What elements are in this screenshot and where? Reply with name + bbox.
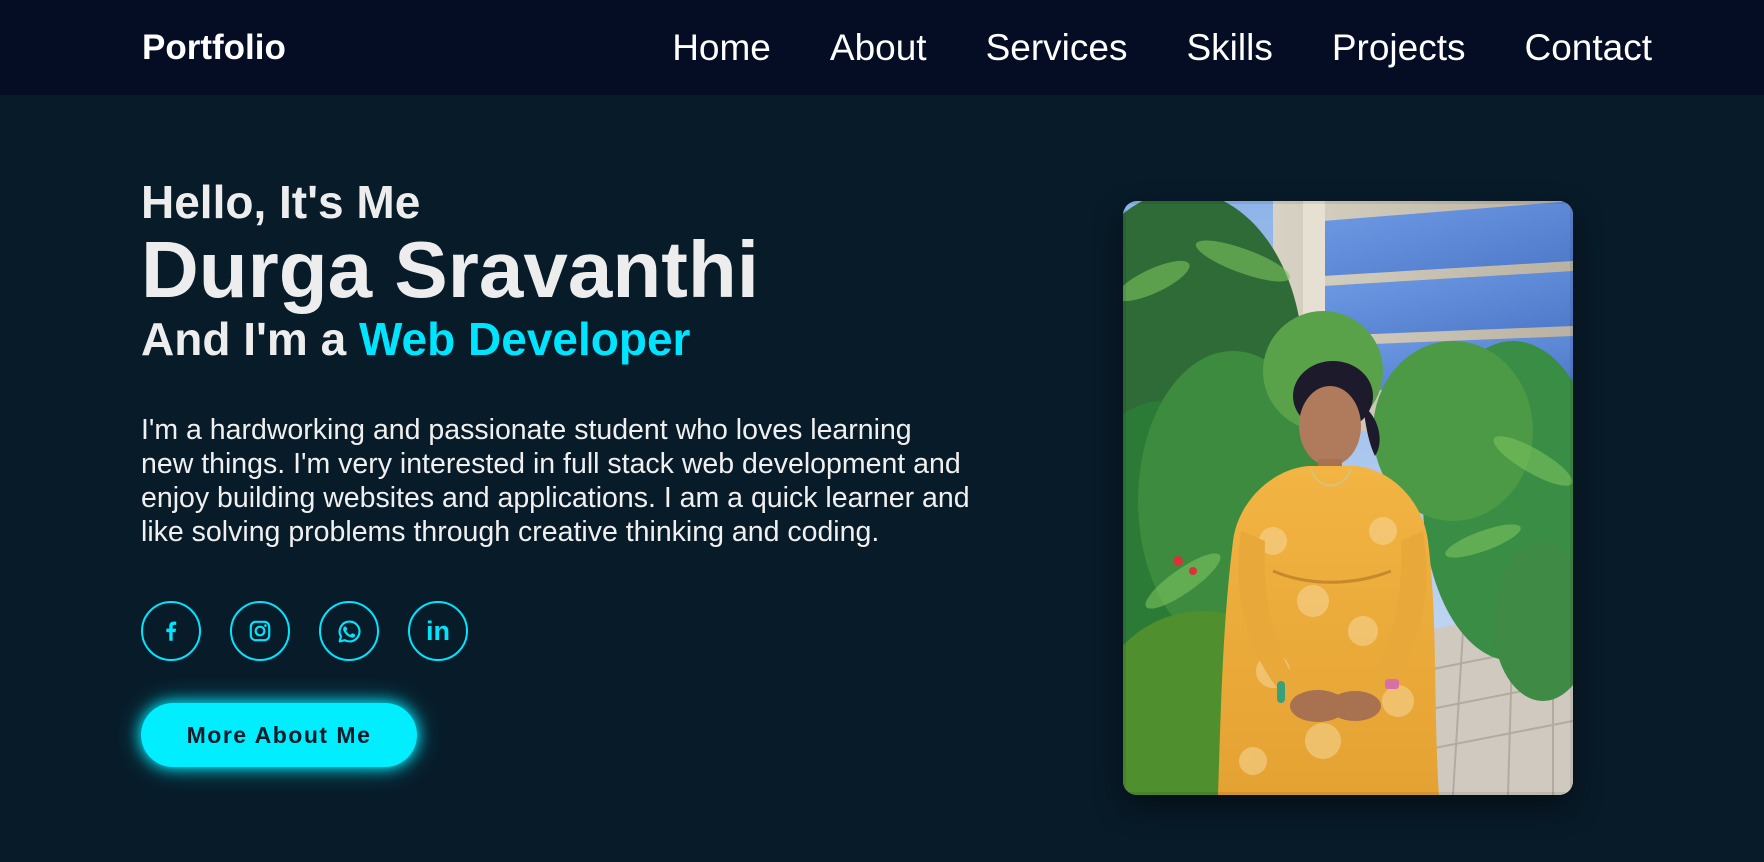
nav-item-home[interactable]: Home [672, 29, 771, 66]
role-line: And I'm a Web Developer [141, 312, 971, 367]
site-header: Portfolio Home About Services Skills Pro… [0, 0, 1764, 95]
whatsapp-icon [336, 618, 363, 645]
instagram-icon [247, 618, 273, 644]
nav-item-contact[interactable]: Contact [1524, 29, 1652, 66]
instagram-link[interactable] [230, 601, 290, 662]
role-prefix: And I'm a [141, 313, 359, 366]
facebook-icon [158, 618, 184, 644]
nav-item-services[interactable]: Services [986, 29, 1128, 66]
hero-name: Durga Sravanthi [141, 225, 759, 315]
logo-link[interactable]: Portfolio [142, 28, 286, 68]
profile-photo-illustration [1123, 201, 1573, 795]
role-highlight: Web Developer [358, 313, 691, 366]
social-links: in [141, 601, 971, 662]
linkedin-icon: in [426, 615, 450, 646]
nav-item-skills[interactable]: Skills [1186, 29, 1272, 66]
bio-text: I'm a hardworking and passionate student… [141, 414, 970, 549]
whatsapp-link[interactable] [319, 601, 379, 662]
nav-item-about[interactable]: About [830, 29, 927, 66]
more-about-me-button[interactable]: More About Me [141, 703, 417, 768]
main-nav: Home About Services Skills Projects Cont… [613, 29, 1652, 66]
profile-photo [1123, 201, 1573, 795]
nav-item-projects[interactable]: Projects [1332, 29, 1466, 66]
facebook-link[interactable] [141, 601, 201, 662]
home-content: Hello, It's Me Durga Sravanthi And I'm a… [141, 175, 971, 768]
greeting: Hello, It's Me [141, 176, 421, 228]
linkedin-link[interactable]: in [408, 601, 468, 662]
